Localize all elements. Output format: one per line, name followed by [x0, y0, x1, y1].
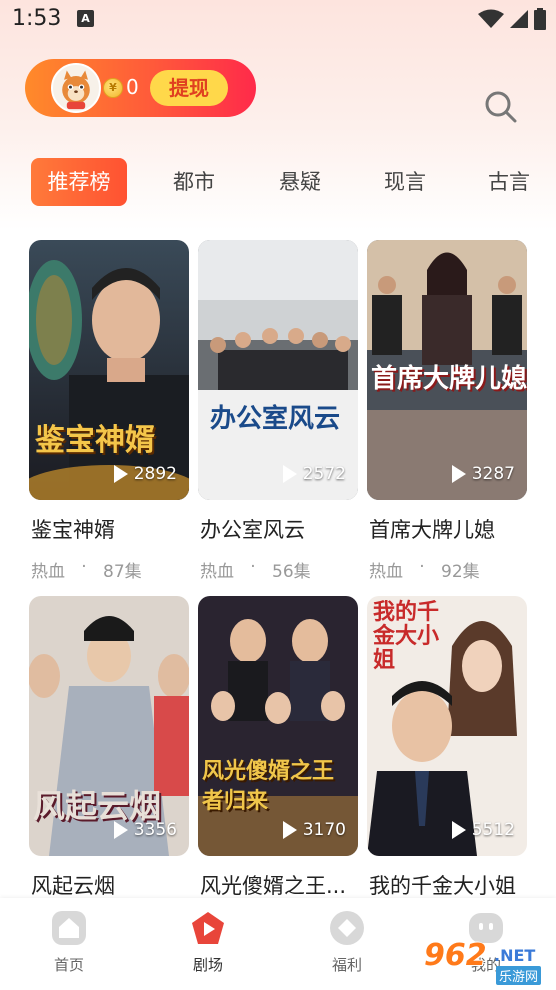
nav-item-welfare[interactable]: 福利 [307, 910, 387, 980]
withdraw-button[interactable]: 提现 [150, 70, 228, 106]
play-count-value: 3356 [133, 820, 177, 840]
play-icon [113, 821, 128, 839]
tab-recommended[interactable]: 推荐榜 [31, 158, 127, 206]
poster-title-art: 风光傻婿之王者归来 [202, 758, 335, 814]
nav-item-home[interactable]: 首页 [29, 910, 109, 980]
play-icon [451, 465, 466, 483]
user-coin-pill[interactable]: ¥ 0 提现 [25, 59, 256, 117]
poster-image [198, 240, 358, 500]
nav-item-theater[interactable]: 剧场 [168, 910, 248, 980]
poster-title-art: 首席大牌儿媳 [371, 364, 527, 394]
notification-icon: A [77, 10, 94, 27]
play-count-value: 5512 [471, 820, 515, 840]
poster-title-art: 办公室风云 [210, 404, 341, 434]
drama-poster[interactable]: 风光傻婿之王者归来 3170 [198, 596, 358, 856]
drama-genre: 热血 [200, 562, 234, 582]
play-count: 5512 [451, 820, 515, 840]
play-icon [282, 821, 297, 839]
poster-image [198, 596, 358, 856]
nav-label: 剧场 [192, 956, 223, 974]
nav-label: 福利 [331, 956, 362, 974]
play-count: 3287 [451, 464, 515, 484]
drama-meta: 热血 · 87集 [31, 557, 142, 582]
meta-separator: · [419, 557, 425, 577]
status-bar: 1:53 A [0, 0, 556, 40]
drama-title[interactable]: 我的千金大小姐 [369, 870, 527, 900]
play-count: 3170 [282, 820, 346, 840]
drama-title[interactable]: 风起云烟 [31, 870, 189, 900]
poster-title-art: 我的千金大小姐 [373, 599, 440, 673]
tab-suspense[interactable]: 悬疑 [261, 158, 339, 206]
meta-separator: · [81, 557, 87, 577]
drama-genre: 热血 [31, 562, 65, 582]
play-icon [451, 821, 466, 839]
play-icon [113, 465, 128, 483]
drama-title[interactable]: 鉴宝神婿 [31, 514, 189, 544]
drama-genre: 热血 [369, 562, 403, 582]
play-count-value: 3170 [302, 820, 346, 840]
coin-icon: ¥ [103, 78, 123, 98]
watermark-net: .NET [494, 946, 536, 965]
meta-separator: · [250, 557, 256, 577]
battery-icon [534, 8, 546, 30]
drama-poster[interactable]: 办公室风云 2572 [198, 240, 358, 500]
status-icons [478, 8, 546, 30]
drama-poster[interactable]: 我的千金大小姐 5512 [367, 596, 527, 856]
drama-title[interactable]: 办公室风云 [200, 514, 358, 544]
avatar[interactable] [51, 63, 101, 113]
drama-poster[interactable]: 鉴宝神婿 2892 [29, 240, 189, 500]
nav-label: 首页 [53, 956, 84, 974]
drama-title[interactable]: 首席大牌儿媳 [369, 514, 527, 544]
tab-ancient-romance[interactable]: 古言 [470, 158, 548, 206]
drama-poster[interactable]: 首席大牌儿媳 3287 [367, 240, 527, 500]
play-count-value: 2892 [133, 464, 177, 484]
play-count: 2572 [282, 464, 346, 484]
play-count-value: 2572 [302, 464, 346, 484]
status-time: 1:53 [12, 6, 62, 31]
search-icon[interactable] [482, 88, 518, 124]
drama-title[interactable]: 风光傻婿之王... [200, 870, 358, 900]
drama-poster[interactable]: 风起云烟 3356 [29, 596, 189, 856]
theater-play-icon [192, 912, 224, 944]
watermark-sub: 乐游网 [496, 966, 542, 985]
play-count: 2892 [113, 464, 177, 484]
drama-episodes: 56集 [272, 562, 311, 582]
poster-title-art: 鉴宝神婿 [35, 423, 155, 458]
tab-urban[interactable]: 都市 [155, 158, 233, 206]
home-icon [52, 911, 86, 945]
play-count-value: 3287 [471, 464, 515, 484]
drama-episodes: 87集 [103, 562, 142, 582]
play-count: 3356 [113, 820, 177, 840]
coin-count: 0 [126, 75, 139, 99]
category-tabs: 推荐榜 都市 悬疑 现言 古言 [0, 158, 556, 208]
wifi-icon [478, 9, 504, 28]
welfare-icon [330, 911, 364, 945]
tab-modern-romance[interactable]: 现言 [366, 158, 444, 206]
play-icon [282, 465, 297, 483]
drama-episodes: 92集 [441, 562, 480, 582]
squirrel-avatar-icon [62, 70, 90, 110]
site-watermark: 962 .NET 乐游网 [418, 938, 554, 986]
drama-meta: 热血 · 92集 [369, 557, 480, 582]
signal-icon [510, 10, 528, 28]
poster-image [29, 240, 189, 500]
drama-meta: 热血 · 56集 [200, 557, 311, 582]
watermark-number: 962 [424, 938, 487, 973]
